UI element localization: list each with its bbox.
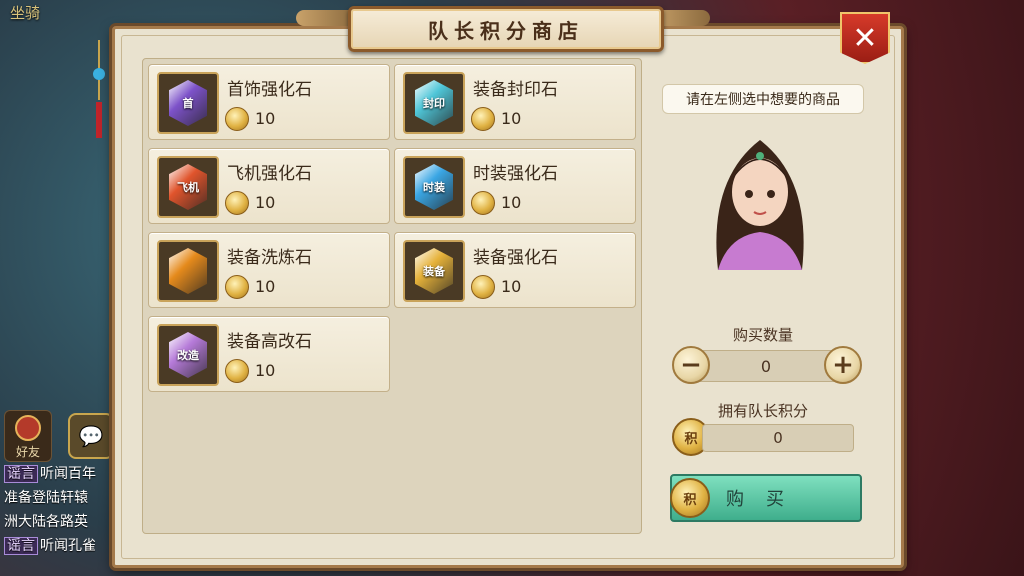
buy-label: 购买 [726, 489, 806, 510]
chat-bubble-icon: 💬 [78, 424, 104, 448]
item-icon [157, 240, 219, 302]
chat-line: 谣言 听闻百年 [4, 462, 114, 486]
item-icon: 首 [157, 72, 219, 134]
increase-button[interactable]: + [824, 346, 862, 384]
item-icon: 封印 [403, 72, 465, 134]
coin-icon [225, 107, 249, 131]
close-icon: ✕ [852, 20, 878, 56]
mount-label: 坐骑 [10, 4, 41, 22]
item-icon: 时装 [403, 156, 465, 218]
shop-item-card[interactable]: 装备洗炼石 10 [148, 232, 390, 308]
decrease-button[interactable]: − [672, 346, 710, 384]
shop-title: 队长积分商店 [348, 6, 664, 52]
item-price: 10 [501, 277, 522, 296]
shop-item-card[interactable]: 飞机 飞机强化石 10 [148, 148, 390, 224]
item-price: 10 [255, 277, 276, 296]
gem-icon: 改造 [169, 332, 207, 378]
buy-coin-icon: 积 [670, 478, 710, 518]
item-name: 装备封印石 [473, 80, 558, 100]
qty-value[interactable]: 0 [690, 350, 842, 382]
gem-icon: 时装 [415, 164, 453, 210]
coin-icon [471, 107, 495, 131]
title-ornament-left [296, 10, 356, 26]
npc-portrait [716, 140, 804, 270]
friends-button[interactable]: 好友 [4, 410, 52, 462]
friends-icon [15, 415, 41, 441]
shop-item-card[interactable]: 首首饰强化石 10 [148, 64, 390, 140]
rumor-tag: 谣言 [4, 465, 38, 483]
buy-button[interactable]: 积 购买 [670, 474, 862, 522]
item-name: 装备高改石 [227, 332, 312, 352]
item-price: 10 [501, 109, 522, 128]
qty-label: 购买数量 [732, 326, 793, 344]
item-name: 首饰强化石 [227, 80, 312, 100]
shop-item-card[interactable]: 封印 装备封印石 10 [394, 64, 636, 140]
item-icon: 改造 [157, 324, 219, 386]
coin-icon [471, 275, 495, 299]
minus-icon: − [680, 350, 702, 380]
coin-icon [471, 191, 495, 215]
shop-item-card[interactable]: 时装 时装强化石 10 [394, 148, 636, 224]
coin-icon [225, 275, 249, 299]
item-name: 时装强化石 [473, 164, 558, 184]
item-icon: 飞机 [157, 156, 219, 218]
item-price: 10 [255, 193, 276, 212]
hint-bubble: 请在左侧选中想要的商品 [662, 84, 864, 114]
gem-icon: 封印 [415, 80, 453, 126]
item-icon: 装备 [403, 240, 465, 302]
chat-log: 谣言 听闻百年 准备登陆轩辕 洲大陆各路英 谣言 听闻孔雀 [4, 462, 114, 558]
gem-icon: 首 [169, 80, 207, 126]
chat-line: 洲大陆各路英 [4, 514, 88, 530]
chat-line: 谣言 听闻孔雀 [4, 534, 114, 558]
item-price: 10 [255, 361, 276, 380]
gem-icon: 飞机 [169, 164, 207, 210]
chat-button[interactable]: 💬 [68, 413, 114, 459]
friends-label: 好友 [15, 445, 40, 459]
purchase-panel: 请在左侧选中想要的商品 购买数量 0 − + 拥有队长积分 积 0 积 购买 [658, 58, 868, 532]
coin-icon [225, 359, 249, 383]
gem-icon [169, 248, 207, 294]
plus-icon: + [832, 350, 854, 380]
item-price: 10 [255, 109, 276, 128]
points-value: 0 [702, 424, 854, 452]
shop-item-card[interactable]: 装备 装备强化石 10 [394, 232, 636, 308]
rumor-tag: 谣言 [4, 537, 38, 555]
item-price: 10 [501, 193, 522, 212]
pendant-ornament [93, 40, 105, 138]
gem-icon: 装备 [415, 248, 453, 294]
shop-item-card[interactable]: 改造 装备高改石 10 [148, 316, 390, 392]
coin-icon [225, 191, 249, 215]
item-name: 装备强化石 [473, 248, 558, 268]
item-name: 飞机强化石 [227, 164, 312, 184]
chat-line: 准备登陆轩辕 [4, 490, 88, 506]
item-name: 装备洗炼石 [227, 248, 312, 268]
